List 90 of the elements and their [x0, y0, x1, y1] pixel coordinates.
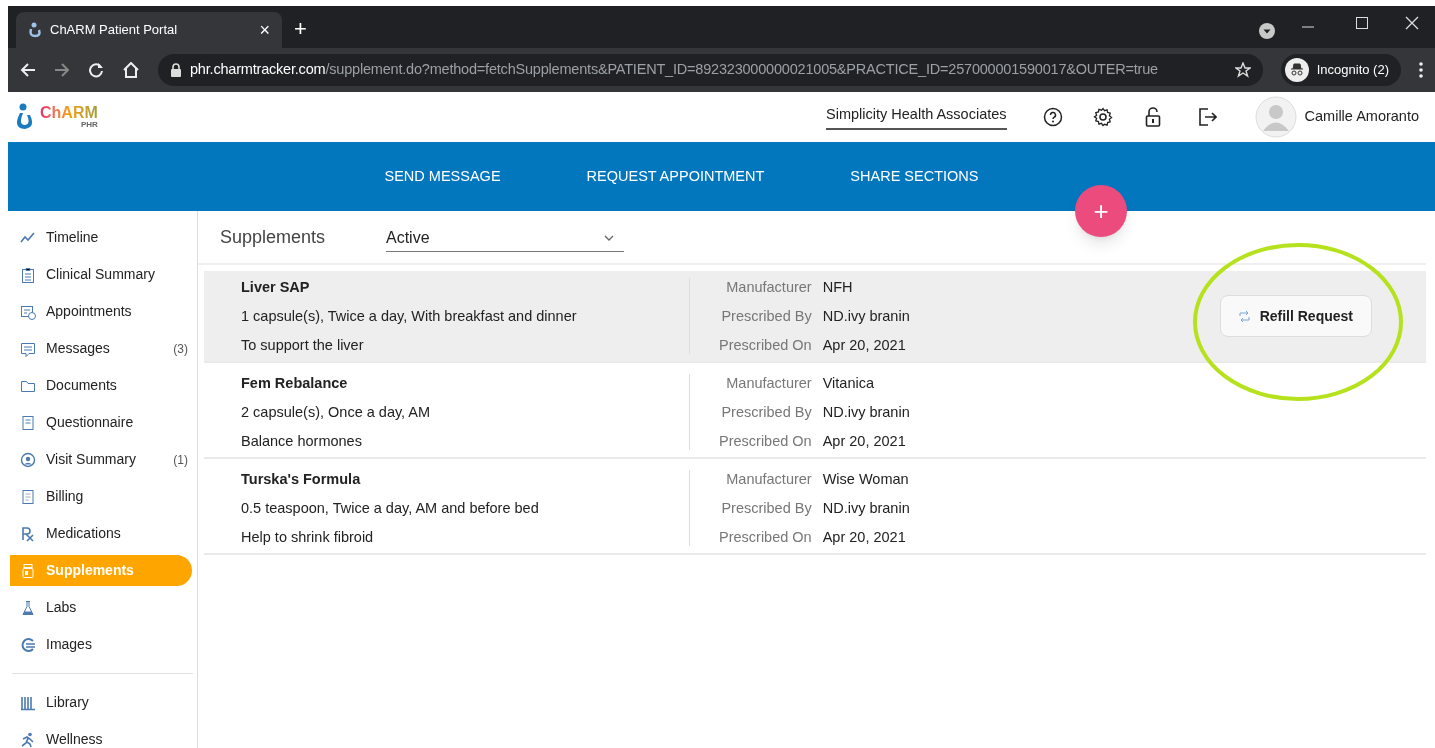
detail-label: Manufacturer	[725, 470, 812, 488]
lock-icon[interactable]	[1144, 107, 1161, 127]
sidebar-item[interactable]: Labs	[10, 592, 192, 623]
detail-label: Prescribed On	[719, 432, 812, 450]
sidebar-item[interactable]: Visit Summary (1)	[10, 444, 192, 475]
profile-label: Incognito (2)	[1316, 61, 1389, 80]
purpose-text: Balance hormones	[241, 432, 363, 450]
dosage-text: 1 capsule(s), Twice a day, With breakfast and dinner	[241, 307, 578, 325]
nav-link[interactable]: SHARE SECTIONS	[850, 165, 979, 188]
practice-selector[interactable]: Simplicity Health Associates	[826, 104, 1007, 130]
reload-icon[interactable]	[88, 62, 104, 78]
sidebar-item[interactable]: Images	[10, 629, 192, 660]
dosage-text: 0.5 teaspoon, Twice a day, AM and before bed	[241, 499, 540, 517]
home-icon[interactable]	[122, 62, 140, 78]
dosage-text: 2 capsule(s), Once a day, AM	[241, 403, 432, 421]
detail-value: ND.ivy branin	[822, 499, 910, 517]
detail-label: Prescribed By	[720, 403, 812, 421]
detail-value: Wise Woman	[822, 470, 910, 488]
add-button[interactable]: +	[1075, 185, 1127, 237]
sidebar-item[interactable]: Messages (3)	[10, 333, 192, 364]
more-icon[interactable]	[1419, 62, 1423, 78]
detail-value: Apr 20, 2021	[822, 432, 907, 450]
address-bar[interactable]: phr.charmtracker.com/supplement.do?method=fetchSupplements&PATIENT_ID=892323000000021005&PRACTICE_ID=257000001590017&OUTER=true	[158, 54, 1263, 86]
sidebar-icon	[20, 562, 36, 579]
tab-title: ChARM Patient Portal	[50, 21, 179, 40]
settings-icon[interactable]	[1092, 107, 1113, 127]
detail-value: Apr 20, 2021	[822, 336, 907, 354]
logo-subtext: PHR	[80, 121, 98, 129]
sidebar-item[interactable]: Documents	[10, 370, 192, 401]
detail-value: ND.ivy branin	[822, 307, 910, 325]
supplement-name: Turska's Formula	[241, 470, 362, 488]
purpose-text: To support the liver	[241, 336, 365, 354]
detail-value: ND.ivy branin	[822, 403, 910, 421]
sidebar-item[interactable]: Medications	[10, 518, 192, 549]
sidebar-icon	[20, 488, 36, 505]
detail-label: Prescribed By	[720, 499, 812, 517]
user-name: Camille Amoranto	[1304, 107, 1419, 127]
logo-text: ChARM	[40, 105, 98, 121]
sidebar-icon	[20, 731, 36, 748]
sidebar-item[interactable]: Timeline	[10, 222, 192, 253]
sidebar-item[interactable]: Library	[10, 687, 192, 718]
detail-label: Prescribed By	[720, 307, 812, 325]
sidebar-item[interactable]: Appointments	[10, 296, 192, 327]
sidebar-item[interactable]: Clinical Summary	[10, 259, 192, 290]
purpose-text: Help to shrink fibroid	[241, 528, 375, 546]
sidebar-icon	[20, 303, 36, 320]
star-icon[interactable]	[1234, 62, 1251, 78]
logout-icon[interactable]	[1196, 107, 1217, 127]
browser-tab[interactable]: ChARM Patient Portal ×	[16, 12, 282, 48]
sidebar-icon	[20, 414, 36, 431]
nav-link[interactable]: SEND MESSAGE	[384, 165, 501, 188]
url-text: phr.charmtracker.com/supplement.do?method=fetchSupplements&PATIENT_ID=892323000000021005&PRACTICE_ID=257000001590017&OUTER=true	[190, 60, 1159, 80]
dropdown-icon[interactable]	[1259, 23, 1275, 39]
page-title: Supplements	[220, 225, 327, 249]
sidebar-icon	[20, 451, 36, 468]
sidebar-icon	[20, 266, 36, 283]
detail-value: NFH	[822, 278, 854, 296]
detail-label: Prescribed On	[719, 528, 812, 546]
detail-value: Apr 20, 2021	[822, 528, 907, 546]
forward-icon[interactable]	[54, 62, 70, 78]
sidebar-icon	[20, 525, 36, 542]
lock-icon	[170, 63, 182, 77]
new-tab-button[interactable]: +	[294, 18, 307, 40]
detail-label: Manufacturer	[725, 374, 812, 392]
help-icon[interactable]	[1042, 107, 1063, 127]
sidebar-item[interactable]: Billing	[10, 481, 192, 512]
nav-link[interactable]: REQUEST APPOINTMENT	[586, 165, 765, 188]
refill-request-button[interactable]: Refill Request	[1219, 295, 1372, 337]
sidebar-icon	[20, 340, 36, 357]
back-icon[interactable]	[20, 62, 36, 78]
supplement-name: Liver SAP	[241, 278, 311, 296]
sidebar-icon	[20, 636, 36, 653]
chevron-icon	[604, 235, 614, 241]
maximize-icon[interactable]	[1355, 16, 1369, 30]
logo-icon	[28, 22, 42, 38]
close-tab-button[interactable]: ×	[259, 21, 270, 39]
sidebar-item[interactable]: Questionnaire	[10, 407, 192, 438]
supplement-row[interactable]: Liver SAP 1 capsule(s), Twice a day, With breakfast and dinner To support the liver Manufacturer NFH Prescribed By ND.ivy branin Prescribed On Apr 20, 2021 Refill Request	[204, 271, 1426, 363]
close-icon[interactable]	[1405, 16, 1419, 30]
profile-chip[interactable]: Incognito (2)	[1280, 54, 1401, 86]
detail-label: Manufacturer	[725, 278, 812, 296]
incognito-icon	[1284, 58, 1309, 82]
sidebar-icon	[20, 694, 36, 711]
detail-label: Prescribed On	[719, 336, 812, 354]
supplement-name: Fem Rebalance	[241, 374, 349, 392]
sidebar-icon	[20, 599, 36, 616]
sidebar-item[interactable]: Wellness	[10, 724, 192, 748]
detail-value: Vitanica	[822, 374, 875, 392]
status-dropdown[interactable]: Active	[386, 226, 624, 252]
repeat-icon	[1238, 310, 1250, 322]
